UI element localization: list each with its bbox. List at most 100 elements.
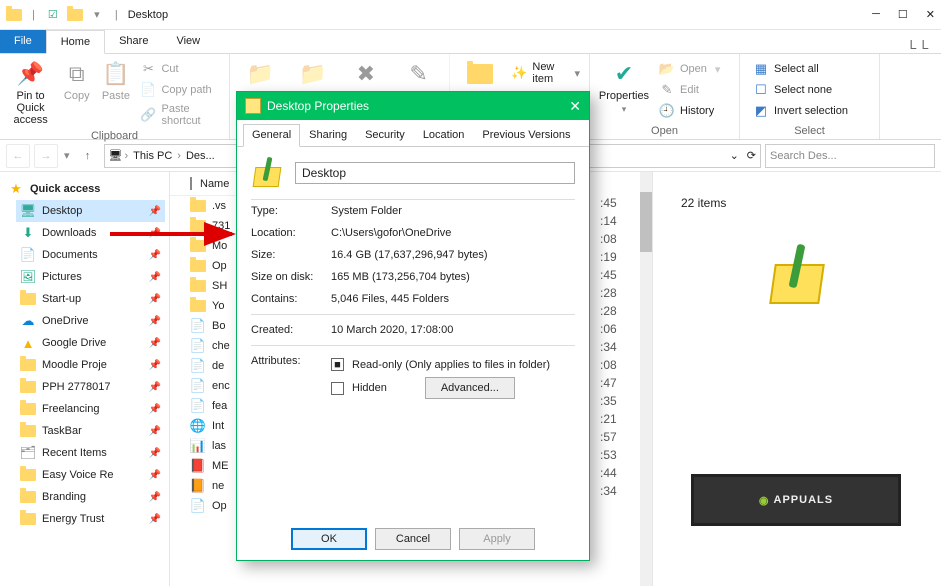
nav-documents[interactable]: 📄Documents📌: [16, 244, 165, 266]
ok-button[interactable]: OK: [291, 528, 367, 550]
prop-size-on-disk: 165 MB (173,256,704 bytes): [331, 271, 575, 283]
move-to-button[interactable]: 📁: [236, 58, 285, 88]
history-icon: 🕘: [659, 103, 675, 119]
history-button[interactable]: 🕘History: [656, 102, 723, 120]
select-all-button[interactable]: ▦Select all: [750, 60, 851, 78]
nav-onedrive[interactable]: ☁OneDrive📌: [16, 310, 165, 332]
maximize-button[interactable]: ☐: [898, 8, 908, 21]
properties-button[interactable]: ✔ Properties ▾: [596, 58, 652, 115]
copy-path-button[interactable]: 📄Copy path: [137, 81, 223, 99]
onedrive-icon: ☁: [20, 313, 36, 329]
scrollbar[interactable]: [640, 172, 652, 586]
list-item[interactable]: 📄fea: [170, 396, 235, 416]
delete-button[interactable]: ✖: [342, 58, 391, 88]
cut-button[interactable]: ✂Cut: [137, 60, 223, 78]
minimize-button[interactable]: ─: [872, 8, 880, 21]
list-item[interactable]: .vs: [170, 196, 235, 216]
copy-path-icon: 📄: [140, 82, 156, 98]
tab-general[interactable]: General: [243, 124, 300, 147]
nav-energy[interactable]: Energy Trust📌: [16, 508, 165, 530]
folder-icon: [466, 60, 494, 88]
tab-sharing[interactable]: Sharing: [300, 124, 356, 146]
list-item[interactable]: 📄de: [170, 356, 235, 376]
list-item[interactable]: 🌐Int: [170, 416, 235, 436]
edit-button[interactable]: ✎Edit: [656, 81, 723, 99]
nav-taskbar[interactable]: TaskBar📌: [16, 420, 165, 442]
list-item[interactable]: 📄Bo: [170, 316, 235, 336]
select-none-button[interactable]: ☐Select none: [750, 81, 851, 99]
qat-properties-icon[interactable]: ☑: [45, 7, 61, 23]
hidden-checkbox[interactable]: [331, 382, 344, 395]
list-item[interactable]: Yo: [170, 296, 235, 316]
paste-shortcut-button[interactable]: 🔗Paste shortcut: [137, 102, 223, 128]
nav-pph[interactable]: PPH 2778017📌: [16, 376, 165, 398]
tab-view[interactable]: View: [162, 30, 214, 53]
nav-branding[interactable]: Branding📌: [16, 486, 165, 508]
rename-button[interactable]: ✎: [394, 58, 443, 88]
advanced-button[interactable]: Advanced...: [425, 377, 515, 399]
folder-name-field[interactable]: [295, 162, 575, 184]
copy-button[interactable]: ⧉ Copy: [59, 58, 94, 102]
search-input[interactable]: Search Des...: [765, 144, 935, 168]
copy-to-button[interactable]: 📁: [289, 58, 338, 88]
nav-downloads[interactable]: ⬇Downloads📌: [16, 222, 165, 244]
pc-icon: 🖥: [109, 149, 123, 162]
nav-desktop[interactable]: 🖥Desktop📌: [16, 200, 165, 222]
select-all-icon: ▦: [753, 61, 769, 77]
nav-easyvoice[interactable]: Easy Voice Re📌: [16, 464, 165, 486]
nav-recent[interactable]: 🗂Recent Items📌: [16, 442, 165, 464]
open-icon: 📂: [659, 61, 675, 77]
pin-quick-access-button[interactable]: 📌 Pin to Quick access: [6, 58, 55, 126]
list-item[interactable]: Op: [170, 256, 235, 276]
star-icon: ★: [8, 181, 24, 197]
tab-previous-versions[interactable]: Previous Versions: [473, 124, 579, 146]
invert-selection-button[interactable]: ◩Invert selection: [750, 102, 851, 120]
col-name[interactable]: Name: [200, 178, 229, 190]
list-item[interactable]: 731: [170, 216, 235, 236]
nav-gdrive[interactable]: ▲Google Drive📌: [16, 332, 165, 354]
nav-freelancing[interactable]: Freelancing📌: [16, 398, 165, 420]
readonly-checkbox[interactable]: ■: [331, 358, 344, 371]
new-item-button[interactable]: ✨New item▾: [508, 60, 583, 86]
tab-home[interactable]: Home: [46, 30, 105, 54]
back-button[interactable]: ←: [6, 144, 30, 168]
list-item[interactable]: 📄che: [170, 336, 235, 356]
pictures-icon: 🖼: [20, 269, 36, 285]
up-button[interactable]: ↑: [76, 144, 100, 168]
nav-pictures[interactable]: 🖼Pictures📌: [16, 266, 165, 288]
tab-file[interactable]: File: [0, 30, 46, 53]
list-item[interactable]: 📄enc: [170, 376, 235, 396]
apply-button[interactable]: Apply: [459, 528, 535, 550]
dialog-close-button[interactable]: ✕: [569, 98, 581, 115]
list-item[interactable]: Mo: [170, 236, 235, 256]
forward-button[interactable]: →: [34, 144, 58, 168]
cancel-button[interactable]: Cancel: [375, 528, 451, 550]
list-item[interactable]: 📙ne: [170, 476, 235, 496]
nav-startup[interactable]: Start-up📌: [16, 288, 165, 310]
collapse-ribbon-icon[interactable]: ＬＬ: [897, 30, 941, 53]
close-button[interactable]: ✕: [926, 8, 935, 21]
dropdown-icon[interactable]: ⌄: [730, 149, 739, 162]
refresh-icon[interactable]: ⟳: [747, 149, 756, 162]
qat-dropdown-icon[interactable]: ▾: [89, 7, 105, 23]
tab-security[interactable]: Security: [356, 124, 414, 146]
qat-newfolder-icon[interactable]: [67, 7, 83, 23]
prop-created: 10 March 2020, 17:08:00: [331, 324, 575, 336]
dialog-title: Desktop Properties: [267, 99, 369, 113]
nav-moodle[interactable]: Moodle Proje📌: [16, 354, 165, 376]
list-item[interactable]: 📕ME: [170, 456, 235, 476]
list-item[interactable]: SH: [170, 276, 235, 296]
tab-location[interactable]: Location: [414, 124, 474, 146]
pin-icon: 📌: [149, 206, 161, 217]
file-list: Name .vs 731 Mo Op SH Yo 📄Bo 📄che 📄de 📄e…: [170, 172, 235, 586]
new-folder-button[interactable]: [456, 58, 504, 88]
tab-share[interactable]: Share: [105, 30, 162, 53]
list-item[interactable]: 📄Op: [170, 496, 235, 516]
dialog-titlebar[interactable]: Desktop Properties ✕: [237, 92, 589, 120]
list-item[interactable]: 📊las: [170, 436, 235, 456]
open-button[interactable]: 📂Open▾: [656, 60, 723, 78]
recent-locations-icon[interactable]: ▾: [62, 149, 72, 162]
paste-button[interactable]: 📋 Paste: [98, 58, 133, 102]
nav-quick-access[interactable]: ★Quick access: [4, 178, 165, 200]
select-all-checkbox[interactable]: [190, 177, 192, 190]
